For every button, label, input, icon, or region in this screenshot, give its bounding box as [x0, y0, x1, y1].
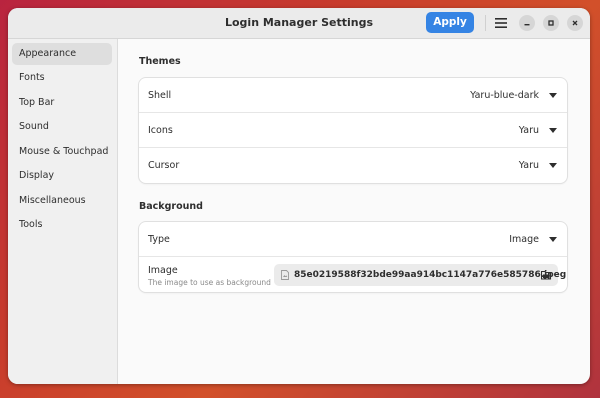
sidebar-item-appearance[interactable]: Appearance [12, 43, 112, 65]
hamburger-menu-icon [495, 18, 507, 28]
menu-button[interactable] [492, 14, 510, 32]
themes-section-title: Themes [139, 56, 181, 67]
cursor-label: Cursor [148, 160, 180, 171]
sidebar: Appearance Fonts Top Bar Sound Mouse & T… [8, 39, 118, 384]
themes-card: Shell Yaru-blue-dark Icons Yaru Cursor Y… [139, 78, 567, 183]
sidebar-item-display[interactable]: Display [12, 165, 112, 187]
sidebar-item-fonts[interactable]: Fonts [12, 67, 112, 89]
close-icon [572, 20, 578, 26]
background-card: Type Image Image The image to use as bac… [139, 222, 567, 292]
sidebar-item-mouse-touchpad[interactable]: Mouse & Touchpad [12, 141, 112, 163]
maximize-button[interactable] [543, 15, 559, 31]
type-row[interactable]: Type Image [139, 222, 567, 257]
image-subtitle: The image to use as background [148, 278, 271, 287]
minimize-icon [524, 24, 530, 26]
shell-row[interactable]: Shell Yaru-blue-dark [139, 78, 567, 113]
dropdown-arrow-icon [549, 163, 557, 168]
image-file-name: 85e0219588f32bde99aa914bc1147a776e585786… [294, 270, 567, 280]
sidebar-item-top-bar[interactable]: Top Bar [12, 92, 112, 114]
shell-label: Shell [148, 90, 172, 101]
shell-value: Yaru-blue-dark [470, 90, 539, 101]
cursor-row[interactable]: Cursor Yaru [139, 148, 567, 183]
dropdown-arrow-icon [549, 128, 557, 133]
header-separator [485, 15, 486, 31]
icons-row[interactable]: Icons Yaru [139, 113, 567, 148]
apply-button[interactable]: Apply [426, 12, 474, 33]
header-bar: Login Manager Settings Apply [8, 8, 590, 39]
minimize-button[interactable] [519, 15, 535, 31]
sidebar-item-tools[interactable]: Tools [12, 214, 112, 236]
icons-value: Yaru [518, 125, 539, 136]
background-section-title: Background [139, 201, 203, 212]
close-button[interactable] [567, 15, 583, 31]
image-file-button[interactable]: 85e0219588f32bde99aa914bc1147a776e585786… [274, 264, 566, 286]
sidebar-item-sound[interactable]: Sound [12, 116, 112, 138]
settings-window: Login Manager Settings Apply Appearance … [8, 8, 590, 384]
dropdown-arrow-icon [549, 237, 557, 242]
image-row: Image The image to use as background 85e… [139, 257, 567, 292]
image-label: Image [148, 265, 178, 276]
open-folder-icon [541, 270, 552, 280]
sidebar-item-miscellaneous[interactable]: Miscellaneous [12, 190, 112, 212]
cursor-value: Yaru [518, 160, 539, 171]
maximize-icon [548, 20, 554, 26]
type-label: Type [148, 234, 170, 245]
dropdown-arrow-icon [549, 93, 557, 98]
icons-label: Icons [148, 125, 173, 136]
type-value: Image [509, 234, 539, 245]
file-icon [281, 270, 289, 280]
